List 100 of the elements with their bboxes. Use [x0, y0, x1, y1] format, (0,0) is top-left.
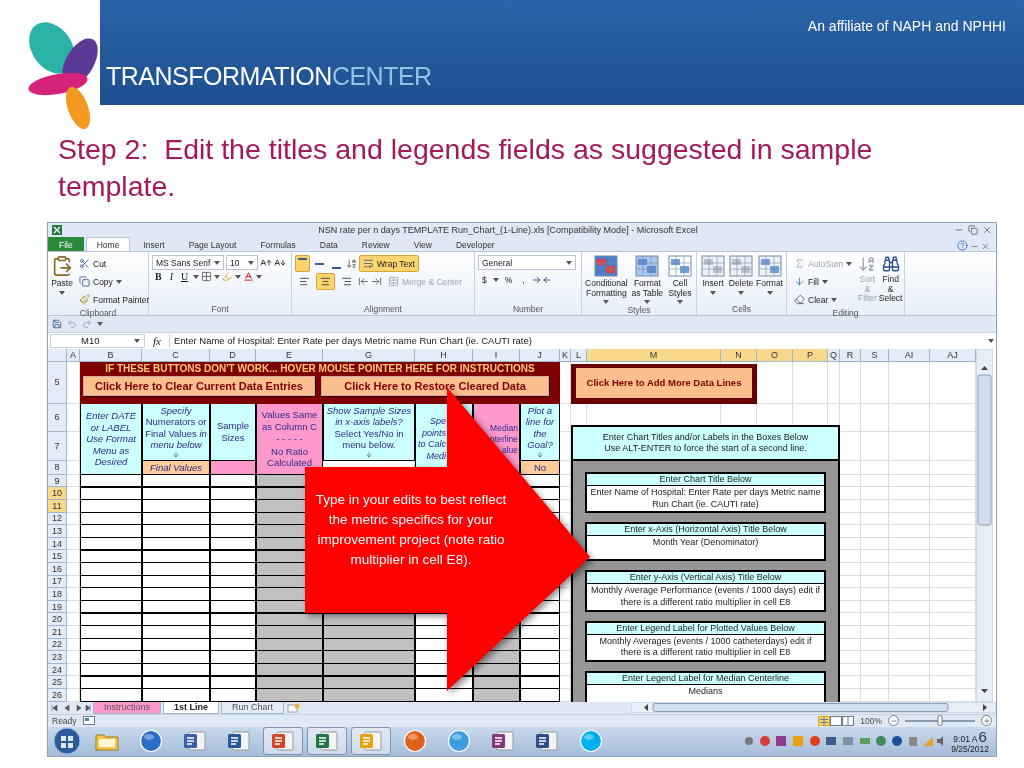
comma-button[interactable]: ,	[518, 271, 529, 289]
cut-button[interactable]: Cut	[75, 255, 154, 273]
find-select-button[interactable]: Find & Select	[878, 255, 903, 304]
ribbon-tab[interactable]: Home	[85, 237, 131, 252]
decrease-indent-icon	[358, 276, 369, 288]
ribbon-tab[interactable]: Insert	[132, 237, 176, 252]
vertical-scrollbar[interactable]	[976, 348, 993, 702]
ribbon-tab[interactable]: Developer	[444, 237, 506, 252]
zoom-slider-thumb[interactable]	[937, 714, 943, 726]
vertical-align-button[interactable]	[295, 255, 310, 273]
paste-button[interactable]: Paste	[51, 255, 73, 295]
function-button[interactable]: fx	[149, 334, 165, 347]
file-tab[interactable]: File	[48, 237, 84, 252]
column-header[interactable]: K	[560, 348, 571, 362]
sheet-navigation-icon[interactable]	[51, 703, 91, 712]
font-size-field[interactable]: 10	[226, 255, 258, 271]
header-text: Show Sample Sizes in x-axis labels? Select Yes/No in menu below.	[326, 404, 412, 451]
close-icon	[981, 242, 990, 252]
down-arrow-icon	[171, 451, 181, 459]
row-header[interactable]: 13	[48, 525, 67, 538]
format-painter-button[interactable]: Format Painter	[75, 291, 154, 309]
align-lines-icon	[320, 276, 331, 288]
caret-icon	[248, 260, 254, 265]
row-header[interactable]: 7	[48, 431, 67, 461]
clipboard-icon	[51, 255, 73, 278]
row-header[interactable]: 23	[48, 651, 67, 664]
help-icon	[957, 240, 968, 252]
underline-button[interactable]: U	[178, 271, 192, 283]
label-input-field[interactable]: Monthly Average Performance (events / 1000 days) edit if there is a different ratio multiplier in cell E8	[587, 584, 824, 610]
header-text: Spe	[430, 415, 446, 427]
restore-data-button[interactable]: Click Here to Restore Cleared Data	[321, 375, 549, 396]
copy-button[interactable]: Copy	[75, 273, 154, 291]
banner-text: IF THESE BUTTONS DON'T WORK... HOVER MOUSE POINTER HERE FOR INSTRUCTIONS	[105, 362, 535, 374]
percent-button[interactable]: %	[500, 271, 517, 289]
cells-button[interactable]: Insert	[700, 255, 727, 295]
eraser-icon	[794, 294, 805, 306]
tray-icons-drawing[interactable]	[743, 735, 944, 748]
taskbar-button[interactable]	[307, 727, 347, 756]
row-header[interactable]: 18	[48, 588, 67, 601]
ribbon-tab[interactable]: Data	[308, 237, 349, 252]
view-buttons-icon[interactable]	[818, 715, 855, 726]
sigma-icon	[794, 258, 805, 270]
decimal-icon	[530, 274, 553, 285]
horizontal-scrollbar[interactable]	[631, 702, 996, 714]
cells-button[interactable]: Format	[756, 255, 783, 295]
align-bar-icon	[332, 267, 341, 270]
row-header[interactable]: 15	[48, 550, 67, 563]
header-text: Enter DATE or LABEL Use Format Menu as Desired	[85, 410, 137, 468]
styles-button[interactable]: Conditional Formatting	[585, 255, 628, 305]
row-header[interactable]: 6	[48, 403, 67, 432]
clear-data-button[interactable]: Click Here to Clear Current Data Entries	[83, 375, 315, 396]
grid-icon	[701, 255, 725, 278]
increase-indent-icon	[371, 276, 382, 288]
label-input-field[interactable]: Month Year (Denominator)	[587, 536, 824, 560]
clear-button[interactable]: Clear	[790, 291, 856, 309]
styles-button[interactable]: Format as Table	[629, 255, 665, 305]
row-header[interactable]: 5	[48, 361, 67, 404]
wrap-text-button[interactable]: Wrap Text	[359, 255, 419, 273]
name-box[interactable]: M10	[50, 333, 145, 348]
styles-button[interactable]: Cell Styles	[667, 255, 693, 305]
close-icon	[982, 224, 992, 235]
label-input-field[interactable]: Monthly Averages (events / 1000 catheterdays) edit if there is a different ratio multiplier in cell E8	[587, 634, 824, 660]
caret-icon	[492, 277, 499, 282]
clock-time: 9:01 A	[953, 733, 978, 744]
fill-button[interactable]: Fill	[790, 273, 856, 291]
grid-icon	[757, 255, 782, 278]
formula-field[interactable]: Enter Name of Hospital: Enter Rate per days Metric name Run Chart (ie. CAUTI rate)	[168, 333, 984, 348]
callout-text: Type in your edits to best reflect the metric specifics for your improvement project (note ratio multiplier in cell E8).	[314, 491, 508, 569]
paintbrush-icon	[79, 294, 90, 306]
label-input-field[interactable]: Enter Name of Hospital: Enter Rate per days Metric name Run Chart (ie. CAUTI rate)	[587, 485, 824, 512]
caret-icon	[97, 322, 103, 327]
slide-number: 6	[978, 728, 987, 744]
horizontal-align-button[interactable]	[316, 273, 335, 291]
row-header[interactable]: 11	[48, 500, 67, 513]
italic-button[interactable]: I	[166, 271, 176, 283]
caret-icon	[644, 300, 651, 305]
currency-button[interactable]: $	[478, 271, 491, 289]
ribbon-tab[interactable]: View	[402, 237, 443, 252]
caret-icon	[603, 300, 610, 305]
cells-button[interactable]: Delete	[728, 255, 755, 295]
caret-icon	[738, 290, 745, 295]
row-header[interactable]: 10	[48, 487, 67, 500]
ribbon-tab[interactable]: Page Layout	[177, 237, 248, 252]
zoom-out-button[interactable]	[888, 715, 899, 727]
caret-icon	[845, 261, 852, 266]
row-header[interactable]: 25	[48, 676, 67, 689]
taskbar-button[interactable]	[263, 727, 303, 756]
zoom-in-button[interactable]	[981, 715, 992, 727]
font-name-field[interactable]: MS Sans Serif	[152, 255, 224, 271]
number-format-field[interactable]: General	[478, 255, 576, 271]
add-lines-button[interactable]: Click Here to Add More Data Lines	[576, 367, 752, 398]
macro-record-icon[interactable]	[82, 716, 95, 726]
row-header[interactable]: 20	[48, 613, 67, 626]
start-button[interactable]	[51, 727, 83, 756]
ribbon-tab[interactable]: Review	[350, 237, 401, 252]
header-text: Values Same as Column C	[260, 409, 319, 433]
status-text: Ready	[52, 715, 77, 726]
bold-button[interactable]: B	[152, 271, 165, 283]
zoom-level-text: 100%	[860, 715, 882, 726]
ribbon-tab[interactable]: Formulas	[249, 237, 307, 252]
